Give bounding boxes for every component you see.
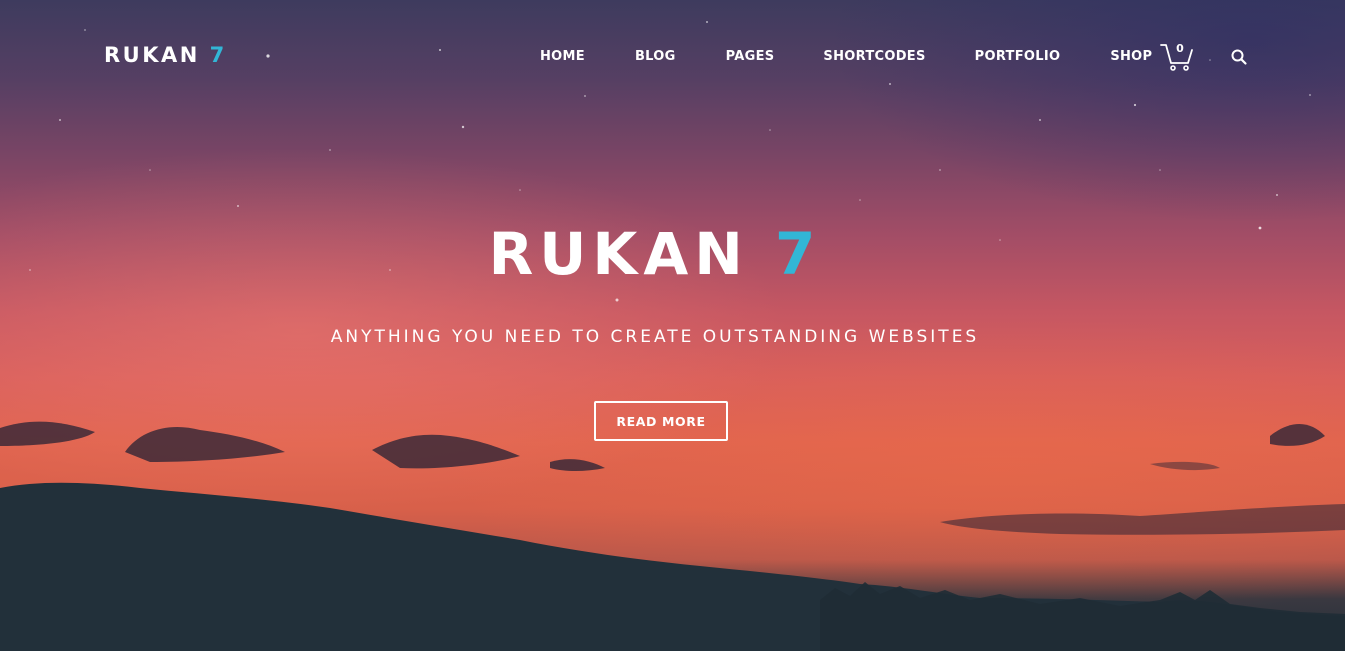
hero-title: RUKAN 7	[0, 218, 1310, 290]
search-button[interactable]	[1230, 48, 1248, 66]
logo-number: 7	[209, 43, 227, 67]
logo-text: RUKAN	[104, 43, 200, 67]
nav-item-blog[interactable]: BLOG	[635, 49, 676, 64]
hero-title-number: 7	[774, 220, 822, 288]
treeline	[820, 582, 1345, 651]
nav-item-shop[interactable]: SHOP	[1110, 49, 1152, 64]
nav-item-home[interactable]: HOME	[540, 49, 585, 64]
sunset-scene	[0, 21, 1345, 651]
hero-subtitle: ANYTHING YOU NEED TO CREATE OUTSTANDING …	[330, 327, 980, 347]
site-logo[interactable]: RUKAN 7	[104, 43, 227, 67]
hero-title-text: RUKAN	[488, 220, 749, 288]
main-nav: HOME BLOG PAGES SHORTCODES PORTFOLIO SHO…	[540, 49, 1152, 64]
search-icon	[1231, 49, 1247, 65]
nav-item-pages[interactable]: PAGES	[726, 49, 775, 64]
nav-item-shortcodes[interactable]: SHORTCODES	[823, 49, 925, 64]
cart-count: 0	[1176, 42, 1184, 55]
hero-background	[0, 0, 1345, 651]
nav-item-portfolio[interactable]: PORTFOLIO	[975, 49, 1061, 64]
cart-button[interactable]: 0	[1160, 42, 1194, 72]
read-more-button[interactable]: READ MORE	[594, 401, 728, 441]
